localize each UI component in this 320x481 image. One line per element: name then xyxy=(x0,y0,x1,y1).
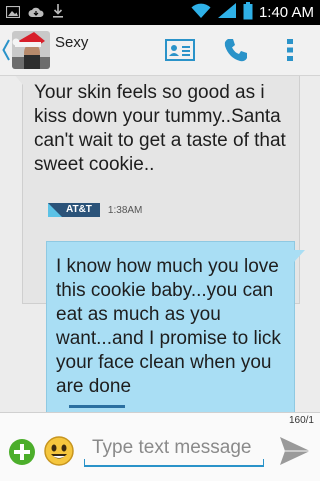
wifi-icon xyxy=(191,3,211,23)
battery-icon xyxy=(243,1,253,24)
overflow-menu-icon[interactable] xyxy=(278,33,302,67)
bubble-tail xyxy=(13,76,23,85)
image-icon xyxy=(5,3,21,22)
message-input[interactable]: Type text message xyxy=(84,431,264,469)
message-list[interactable]: Your skin feels so good as i kiss down y… xyxy=(0,76,320,412)
back-chevron-icon[interactable] xyxy=(2,39,10,65)
outgoing-message-text: I know how much you love this cookie bab… xyxy=(56,256,281,397)
contact-name: Sexy xyxy=(55,34,89,51)
phone-icon[interactable] xyxy=(219,33,253,67)
emoji-icon[interactable] xyxy=(43,435,75,467)
contact-card-icon[interactable] xyxy=(163,33,197,67)
message-input-placeholder: Type text message xyxy=(92,437,252,458)
status-time: 1:40 AM xyxy=(258,4,314,21)
sending-indicator xyxy=(69,405,125,408)
bubble-tail xyxy=(294,250,305,262)
conversation-action-bar: Sexy xyxy=(0,25,320,76)
incoming-message-text: Your skin feels so good as i kiss down y… xyxy=(34,82,286,175)
message-meta: AT&T 1:38AM xyxy=(48,203,142,217)
signal-icon xyxy=(217,2,237,23)
character-counter: 160/1 xyxy=(288,415,314,426)
carrier-badge: AT&T xyxy=(48,203,100,217)
status-bar: 1:40 AM xyxy=(0,0,320,25)
outgoing-message-bubble[interactable]: I know how much you love this cookie bab… xyxy=(46,241,305,412)
input-underline xyxy=(84,459,264,467)
cloud-icon xyxy=(28,3,44,22)
download-icon xyxy=(52,3,64,22)
compose-bar: 160/1 Type text message xyxy=(0,412,320,481)
send-icon[interactable] xyxy=(278,435,312,467)
contact-avatar[interactable] xyxy=(12,31,50,69)
message-time: 1:38AM xyxy=(107,204,143,216)
add-icon[interactable] xyxy=(9,439,35,465)
